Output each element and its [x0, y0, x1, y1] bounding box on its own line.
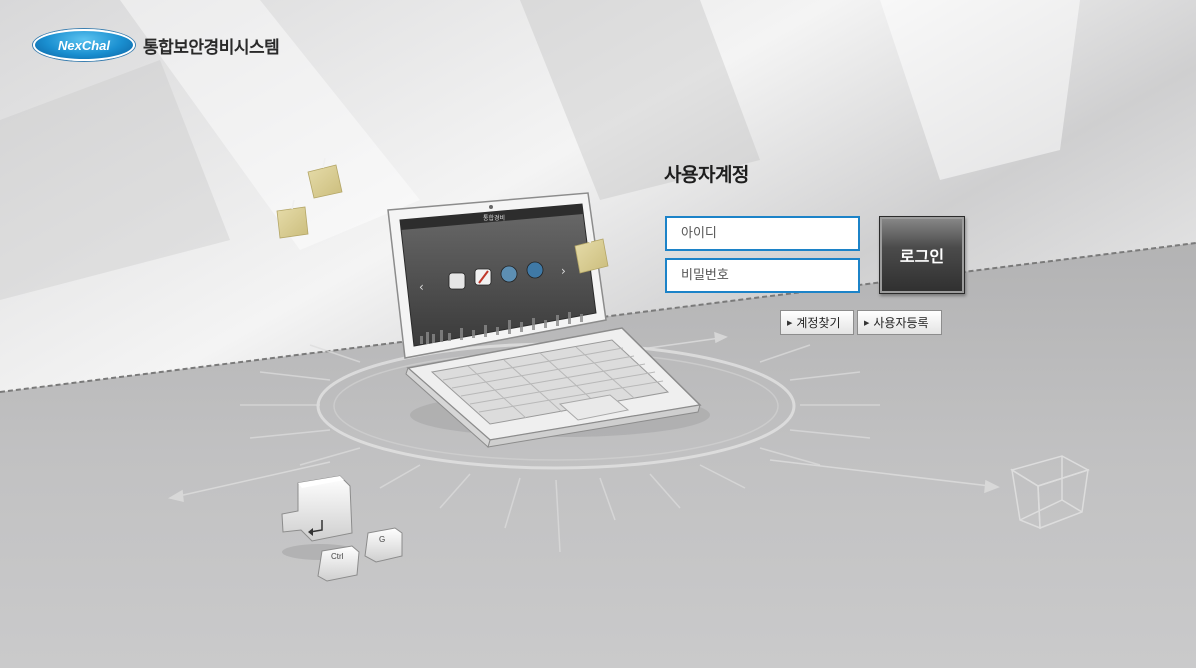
brand-logo: NexChal 통합보안경비시스템: [33, 29, 280, 61]
ctrl-key-label: Ctrl: [331, 552, 344, 561]
find-account-button[interactable]: ▶ 계정찾기: [780, 310, 854, 335]
arrow-right-icon: ▶: [787, 318, 793, 327]
arrow-right-icon: ▶: [864, 318, 870, 327]
background-illustration: 통합경비 ‹ › Ctrl G: [0, 0, 1196, 668]
id-field: [665, 216, 860, 251]
system-title: 통합보안경비시스템: [143, 37, 280, 58]
register-label: 사용자등록: [873, 316, 929, 330]
login-page: 통합경비 ‹ › Ctrl G NexChal 통합보안경비시스템 사용자계정 …: [0, 0, 1196, 668]
find-account-label: 계정찾기: [796, 316, 841, 330]
login-heading: 사용자계정: [664, 164, 749, 186]
svg-text:‹: ‹: [419, 280, 424, 294]
g-key-label: G: [379, 535, 385, 544]
password-field: [665, 258, 860, 293]
id-input[interactable]: [667, 218, 858, 249]
register-button[interactable]: ▶ 사용자등록: [857, 310, 942, 335]
password-input[interactable]: [667, 260, 858, 291]
laptop-screen-title: 통합경비: [483, 214, 505, 222]
login-button[interactable]: 로그인: [879, 216, 965, 294]
svg-text:›: ›: [561, 264, 566, 278]
nexchal-logo: NexChal: [33, 29, 135, 61]
